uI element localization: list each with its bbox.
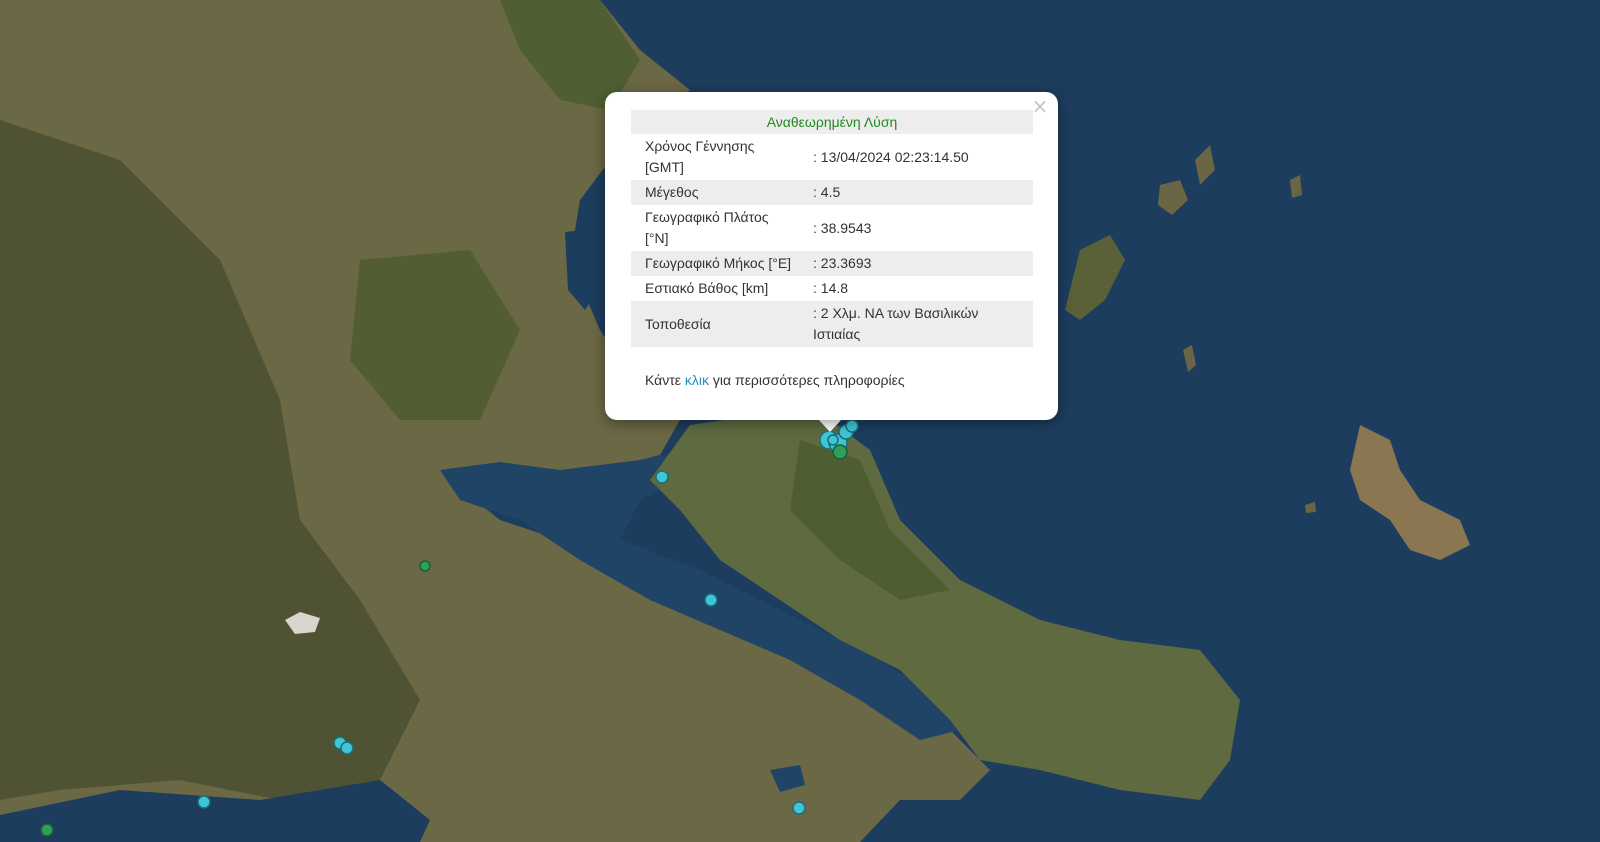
row-key: Τοποθεσία	[631, 301, 809, 347]
close-icon[interactable]: ×	[1030, 96, 1050, 116]
earthquake-info-popup: × Αναθεωρημένη Λύση Χρόνος Γέννησης [GMT…	[605, 92, 1058, 420]
row-value: : 23.3693	[809, 251, 1033, 276]
table-row: Γεωγραφικό Πλάτος [°N] : 38.9543	[631, 205, 1033, 251]
table-row: Μέγεθος : 4.5	[631, 180, 1033, 205]
event-marker[interactable]	[655, 470, 669, 484]
event-marker[interactable]	[792, 801, 806, 815]
more-info-text: Κάντε κλικ για περισσότερες πληροφορίες	[645, 372, 905, 388]
row-value: : 2 Χλμ. ΝΑ των Βασιλικών Ιστιαίας	[809, 301, 1033, 347]
row-key: Γεωγραφικό Πλάτος [°N]	[645, 209, 769, 246]
more-info-prefix: Κάντε	[645, 372, 685, 388]
row-key: Χρόνος Γέννησης [GMT]	[645, 138, 755, 175]
event-marker[interactable]	[832, 444, 848, 460]
row-key: Γεωγραφικό Μήκος [°E]	[631, 251, 809, 276]
more-info-link[interactable]: κλικ	[685, 372, 709, 388]
event-marker[interactable]	[197, 795, 211, 809]
event-marker[interactable]	[40, 823, 54, 837]
row-key: Εστιακό Βάθος [km]	[645, 280, 769, 296]
earthquake-details-table: Χρόνος Γέννησης [GMT] : 13/04/2024 02:23…	[631, 134, 1033, 347]
table-row: Εστιακό Βάθος [km] : 14.8	[631, 276, 1033, 301]
row-key: Μέγεθος	[631, 180, 809, 205]
table-row: Χρόνος Γέννησης [GMT] : 13/04/2024 02:23…	[631, 134, 1033, 180]
popup-tip	[818, 419, 842, 432]
event-marker[interactable]	[419, 560, 431, 572]
event-marker[interactable]	[827, 434, 839, 446]
row-value: : 13/04/2024 02:23:14.50	[813, 148, 969, 165]
event-marker[interactable]	[704, 593, 718, 607]
table-row: Γεωγραφικό Μήκος [°E] : 23.3693	[631, 251, 1033, 276]
row-value: : 4.5	[809, 180, 1033, 205]
event-marker[interactable]	[845, 419, 859, 433]
table-row: Τοποθεσία : 2 Χλμ. ΝΑ των Βασιλικών Ιστι…	[631, 301, 1033, 347]
more-info-suffix: για περισσότερες πληροφορίες	[709, 372, 905, 388]
event-marker[interactable]	[340, 741, 354, 755]
row-value: : 38.9543	[813, 219, 872, 236]
row-value: : 14.8	[813, 280, 849, 296]
popup-title: Αναθεωρημένη Λύση	[631, 110, 1033, 134]
